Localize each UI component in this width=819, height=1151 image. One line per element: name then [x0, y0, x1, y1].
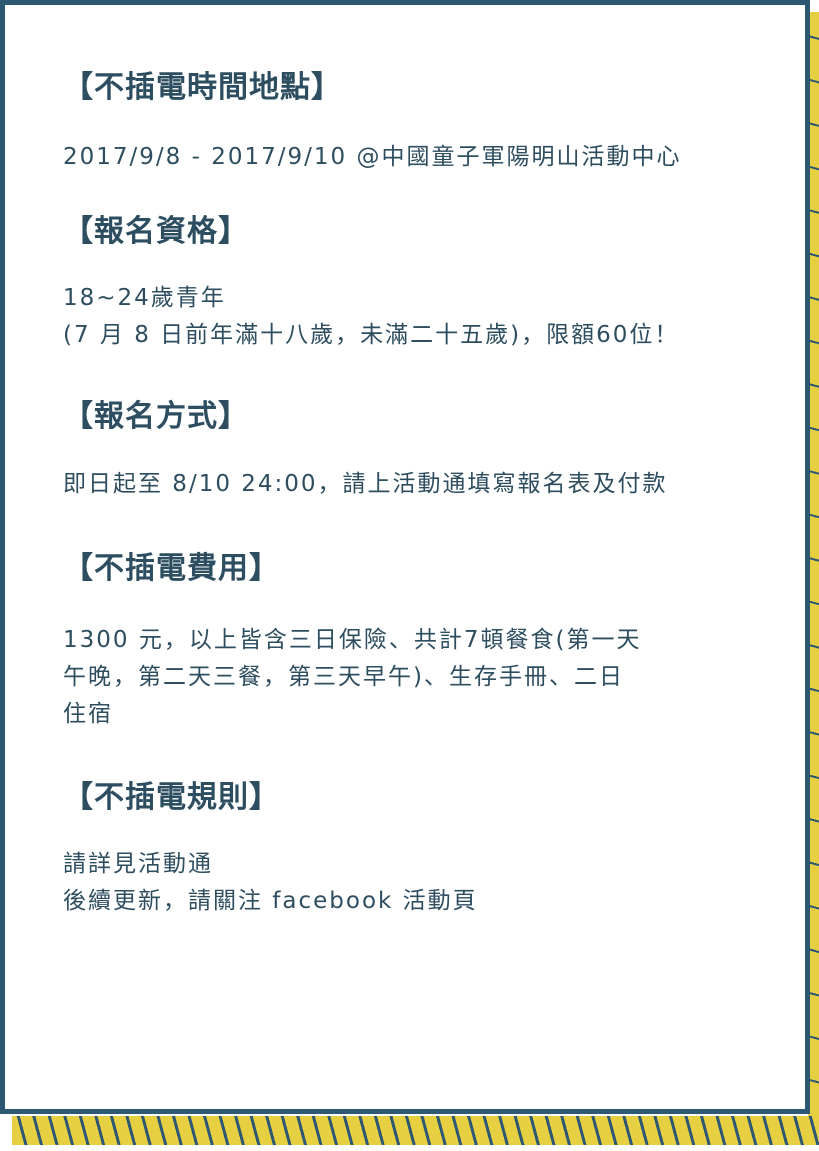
text-time-location: 2017/9/8 - 2017/9/10 @中國童子軍陽明山活動中心: [63, 144, 682, 170]
text-rules: 請詳見活動通 後續更新，請關注 facebook 活動頁: [63, 851, 478, 914]
stripe-decoration-bottom: [12, 1116, 819, 1145]
heading-eligibility: 【報名資格】: [63, 214, 249, 249]
text-eligibility: 18~24歲青年 (7 月 8 日前年滿十八歲，未滿二十五歲)，限額60位！: [63, 285, 680, 348]
text-registration: 即日起至 8/10 24:00，請上活動通填寫報名表及付款: [63, 471, 668, 497]
heading-fee: 【不插電費用】: [63, 551, 280, 586]
text-fee: 1300 元，以上皆含三日保險、共計7頓餐食(第一天 午晚，第二天三餐，第三天早…: [63, 627, 642, 727]
heading-time-location: 【不插電時間地點】: [63, 70, 342, 105]
heading-registration: 【報名方式】: [63, 399, 249, 434]
heading-rules: 【不插電規則】: [63, 780, 280, 815]
info-card: 【不插電時間地點】 2017/9/8 - 2017/9/10 @中國童子軍陽明山…: [0, 0, 810, 1114]
